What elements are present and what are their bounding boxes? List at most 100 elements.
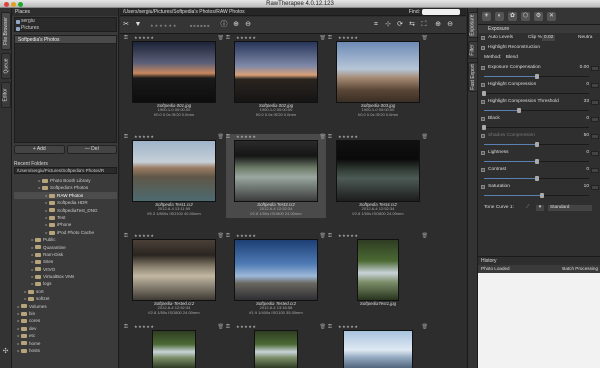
thumbnail-image[interactable] bbox=[132, 41, 216, 103]
zoom-in-toolbar-icon[interactable]: ⊕ bbox=[434, 21, 442, 29]
slider-track[interactable] bbox=[478, 141, 600, 148]
curve-mode-select[interactable]: Standard bbox=[548, 205, 592, 211]
thumbnail-cell[interactable]: ⚿ ★★★★★ 🗑 Softpedia Tested.cr2 2012-6-4 13:1… bbox=[226, 233, 326, 315]
thumbnail-image[interactable] bbox=[152, 330, 196, 368]
lock-icon[interactable]: ⚿ bbox=[124, 324, 128, 330]
slider-spinner[interactable] bbox=[591, 185, 599, 190]
tree-item[interactable]: ▸ Volumes bbox=[14, 303, 117, 310]
slider-reset-icon[interactable] bbox=[481, 100, 485, 104]
rank-stars[interactable]: ★★★★★ bbox=[134, 134, 154, 139]
slider-value[interactable]: 0.00 bbox=[580, 63, 589, 73]
tree-item[interactable]: ▸ Softpedia's Photos bbox=[14, 184, 117, 191]
trash-icon[interactable]: 🗑 bbox=[422, 134, 428, 140]
neutral-button[interactable]: Neutra bbox=[578, 33, 592, 43]
place-item-sergiu[interactable]: sergiu bbox=[15, 18, 116, 25]
rank-stars[interactable]: ★★★★★ bbox=[134, 324, 154, 329]
rank-stars[interactable]: ★★★★★ bbox=[236, 233, 256, 238]
slider-reset-icon[interactable] bbox=[481, 134, 485, 138]
trash-icon[interactable]: 🗑 bbox=[422, 324, 428, 330]
tree-item[interactable]: ▸ softzet bbox=[14, 295, 117, 302]
slider-track[interactable] bbox=[478, 107, 600, 114]
slider-knob[interactable] bbox=[517, 108, 521, 113]
zoom-window-button[interactable] bbox=[18, 1, 23, 7]
fullscreen-icon[interactable]: ⛶ bbox=[420, 21, 428, 29]
recent-folders-combo[interactable]: /Users/sergiu/Pictures/Softpedia's Photo… bbox=[14, 167, 117, 174]
highlight-recon-checkbox[interactable] bbox=[481, 46, 485, 50]
clip-input[interactable]: 0.02 bbox=[542, 35, 556, 41]
tree-item[interactable]: ▸ etc bbox=[14, 332, 117, 339]
flip-icon[interactable]: ⇆ bbox=[408, 21, 416, 29]
lock-icon[interactable]: ⚿ bbox=[124, 35, 128, 41]
exposure-section-header[interactable]: Exposure bbox=[478, 25, 600, 33]
tree-item[interactable]: ▸ cores bbox=[14, 317, 117, 324]
curve-type-select[interactable]: ▾ bbox=[536, 205, 544, 211]
tab-filter[interactable]: Filter bbox=[468, 41, 478, 59]
slider-reset-icon[interactable] bbox=[481, 151, 485, 155]
thumbnail-cell[interactable]: ⚿ ★★★★★ 🗑 Softpedia 003.jpg 1900-1-0 00:00:0… bbox=[328, 35, 428, 117]
current-path[interactable]: /Users/sergiu/Pictures/Softpedia's Photo… bbox=[123, 9, 245, 15]
tab-exposure[interactable]: Exposure bbox=[468, 12, 478, 38]
tree-item[interactable]: ▸ Ram-Disk bbox=[14, 251, 117, 258]
raw-icon[interactable]: ⚙ bbox=[534, 12, 543, 21]
trash-icon[interactable]: 🗑 bbox=[422, 35, 428, 41]
tree-item[interactable]: ▸ iPhone bbox=[14, 221, 117, 228]
lock-icon[interactable]: ⚿ bbox=[328, 35, 332, 41]
slider-spinner[interactable] bbox=[591, 117, 599, 122]
lock-icon[interactable]: ⚿ bbox=[124, 134, 128, 140]
tree-item[interactable]: ▸ VIIVO bbox=[14, 266, 117, 273]
lock-icon[interactable]: ⚿ bbox=[226, 134, 230, 140]
lock-icon[interactable]: ⚿ bbox=[226, 233, 230, 239]
lock-icon[interactable]: ⚿ bbox=[226, 324, 230, 330]
thumbnail-image[interactable] bbox=[234, 41, 318, 103]
thumbnail-image[interactable] bbox=[132, 140, 216, 202]
slider-value[interactable]: 10 bbox=[584, 182, 589, 192]
rank-stars[interactable]: ★★★★★ bbox=[338, 233, 358, 238]
tree-item[interactable]: ▸ sort bbox=[14, 288, 117, 295]
minimize-window-button[interactable] bbox=[11, 1, 16, 7]
thumbnail-cell[interactable]: ⚿ ★★★★★ 🗑 Softpedia 002.jpg 1900-1-0 00:00:0… bbox=[226, 35, 326, 117]
slider-reset-icon[interactable] bbox=[481, 66, 485, 70]
lock-icon[interactable]: ⚿ bbox=[328, 134, 332, 140]
thumbnail-cell[interactable]: ⚿ ★★★★★ 🗑 Softpedia Test4.cr2 2012-6-4 12:52… bbox=[328, 134, 428, 216]
slider-spinner[interactable] bbox=[591, 134, 599, 139]
crop-icon[interactable]: ⌗ bbox=[372, 21, 380, 29]
transform-icon[interactable]: ⬡ bbox=[521, 12, 530, 21]
thumbnail-image[interactable] bbox=[234, 140, 318, 202]
slider-knob[interactable] bbox=[535, 159, 539, 164]
trash-icon[interactable]: 🗑 bbox=[320, 233, 326, 239]
crosshair-icon[interactable]: ✣ bbox=[2, 348, 9, 355]
rank-filter-stars[interactable]: ★★★★★★ bbox=[150, 23, 178, 28]
thumbnail-image[interactable] bbox=[132, 239, 216, 301]
rank-stars[interactable]: ★★★★★ bbox=[236, 35, 256, 40]
slider-spinner[interactable] bbox=[591, 168, 599, 173]
thumbnail-image[interactable] bbox=[254, 330, 298, 368]
tree-item[interactable]: ▸ Sites bbox=[14, 258, 117, 265]
delete-place-button[interactable]: — Del bbox=[66, 145, 117, 154]
slider-knob[interactable] bbox=[482, 91, 486, 96]
slider-knob[interactable] bbox=[535, 74, 539, 79]
add-place-button[interactable]: + Add bbox=[14, 145, 65, 154]
exposure-icon[interactable]: ☀ bbox=[482, 12, 491, 21]
slider-knob[interactable] bbox=[482, 125, 486, 130]
slider-value[interactable]: 50 bbox=[584, 131, 589, 141]
rank-stars[interactable]: ★★★★★ bbox=[236, 134, 256, 139]
tree-item[interactable]: ▸ VirtualBox VMs bbox=[14, 273, 117, 280]
slider-spinner[interactable] bbox=[591, 151, 599, 156]
tree-item[interactable]: ▸ home bbox=[14, 340, 117, 347]
tree-item[interactable]: ▸ RAW Photos bbox=[14, 191, 117, 200]
close-window-button[interactable] bbox=[4, 1, 9, 7]
tree-item[interactable]: ▸ dev bbox=[14, 325, 117, 332]
thumbnail-image[interactable] bbox=[234, 239, 318, 301]
favorite-item[interactable]: Softpedia's Photos bbox=[15, 36, 116, 44]
tab-editor[interactable]: Editor bbox=[1, 82, 11, 108]
zoom-out-icon[interactable]: ⊖ bbox=[244, 21, 252, 29]
slider-value[interactable]: 0 bbox=[586, 80, 589, 90]
thumbnail-cell[interactable]: ⚿ ★★★★★ 🗑 bbox=[124, 324, 224, 368]
trash-icon[interactable]: 🗑 bbox=[320, 324, 326, 330]
color-icon[interactable]: ✿ bbox=[508, 12, 517, 21]
rotate-icon[interactable]: ⟳ bbox=[396, 21, 404, 29]
slider-spinner[interactable] bbox=[591, 83, 599, 88]
tree-item[interactable]: ▸ Public bbox=[14, 236, 117, 243]
detail-icon[interactable]: ◐ bbox=[495, 12, 504, 21]
tree-item[interactable]: ▸ hosts bbox=[14, 347, 117, 354]
